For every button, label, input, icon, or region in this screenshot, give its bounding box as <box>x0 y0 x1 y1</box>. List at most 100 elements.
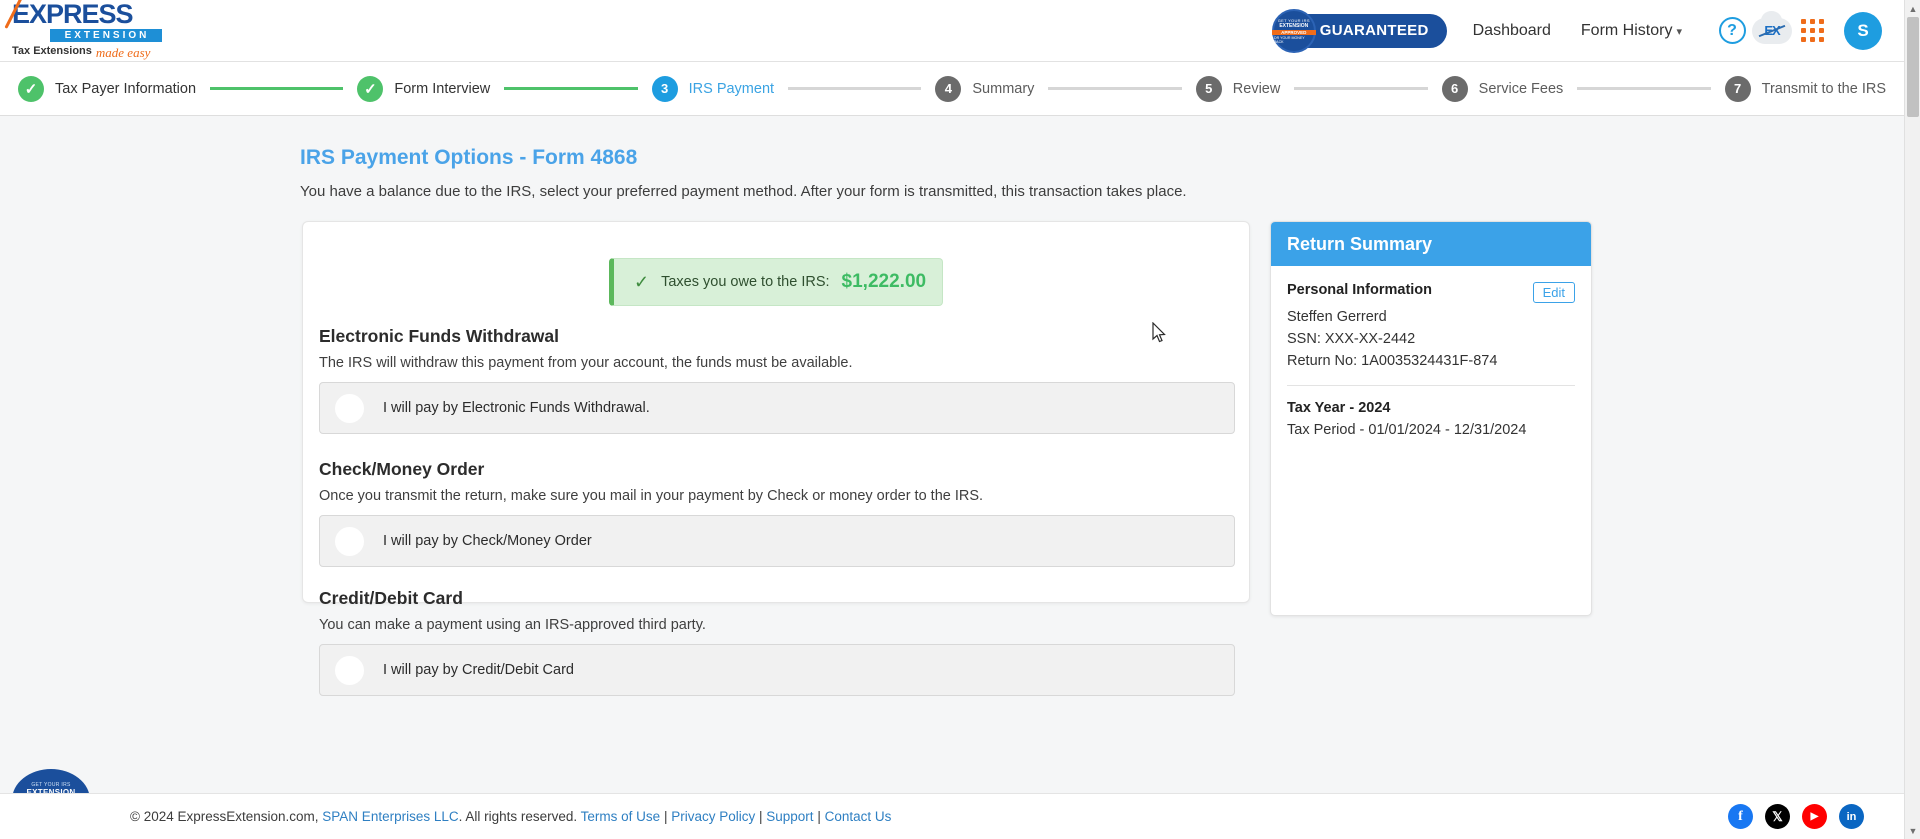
copyright-pre: © 2024 ExpressExtension.com, <box>130 809 323 824</box>
radio-icon-check[interactable] <box>334 525 365 557</box>
radio-option-card[interactable]: I will pay by Credit/Debit Card <box>319 644 1235 696</box>
return-number: Return No: 1A0035324431F-874 <box>1287 353 1498 369</box>
nav-form-history-label: Form History <box>1580 21 1673 39</box>
personal-information-heading: Personal Information <box>1287 282 1433 298</box>
nav-dashboard[interactable]: Dashboard <box>1473 22 1551 40</box>
privacy-policy-link[interactable]: Privacy Policy <box>671 809 755 824</box>
step-6-label: Service Fees <box>1478 80 1564 97</box>
logo-tagline-italic: made easy <box>95 44 151 60</box>
step-review[interactable]: 5 Review <box>1195 75 1280 102</box>
avatar[interactable]: S <box>1844 11 1882 50</box>
seal-line-2: EXTENSION <box>1279 22 1309 29</box>
nav-form-history[interactable]: Form History ▾ <box>1581 22 1682 40</box>
contact-us-link[interactable]: Contact Us <box>825 809 892 824</box>
check-title: Check/Money Order <box>319 459 485 479</box>
logo-wordmark: EXPRESS <box>4 0 162 29</box>
card-description: You can make a payment using an IRS-appr… <box>319 617 706 633</box>
step-connector-6 <box>1577 87 1711 90</box>
step-form-interview[interactable]: ✓ Form Interview <box>357 75 490 102</box>
radio-option-check[interactable]: I will pay by Check/Money Order <box>319 515 1235 567</box>
payment-section-efw: Electronic Funds Withdrawal The IRS will… <box>319 326 1235 434</box>
page-subtitle: You have a balance due to the IRS, selec… <box>300 183 1187 200</box>
youtube-icon[interactable]: ▶ <box>1802 804 1827 829</box>
seal-line-3: APPROVED <box>1271 29 1316 35</box>
radio-option-efw[interactable]: I will pay by Electronic Funds Withdrawa… <box>319 382 1235 434</box>
help-icon: ? <box>1718 17 1746 44</box>
radio-label-check: I will pay by Check/Money Order <box>383 533 592 549</box>
scroll-up-arrow-icon[interactable]: ▲ <box>1905 0 1920 17</box>
ex-cloud-button[interactable]: EX <box>1752 10 1792 51</box>
step-3-circle: 3 <box>651 75 678 102</box>
terms-of-use-link[interactable]: Terms of Use <box>581 809 661 824</box>
step-4-circle: 4 <box>935 75 962 102</box>
step-irs-payment[interactable]: 3 IRS Payment <box>651 75 775 102</box>
ex-cloud-icon: EX <box>1752 10 1792 44</box>
step-connector-2 <box>504 87 638 90</box>
express-extension-logo[interactable]: EXPRESS EXTENSION Tax Extensions made ea… <box>4 0 162 61</box>
help-button[interactable]: ? <box>1712 11 1752 51</box>
scroll-down-arrow-icon[interactable]: ▼ <box>1905 822 1920 839</box>
logo-tagline: Tax Extensions made easy <box>12 45 162 61</box>
page-footer: © 2024 ExpressExtension.com, SPAN Enterp… <box>0 793 1904 839</box>
step-tax-payer-information[interactable]: ✓ Tax Payer Information <box>18 75 196 102</box>
footer-copyright: © 2024 ExpressExtension.com, SPAN Enterp… <box>130 809 891 824</box>
personal-information-row: Personal Information Edit <box>1287 282 1575 303</box>
check-icon: ✓ <box>634 271 650 292</box>
edit-personal-information-button[interactable]: Edit <box>1532 282 1575 303</box>
payment-section-check: Check/Money Order Once you transmit the … <box>319 459 1235 567</box>
page-title: IRS Payment Options - Form 4868 <box>300 146 638 169</box>
logo-tagline-bold: Tax Extensions <box>12 44 92 57</box>
header-right-group: GET YOUR IRS EXTENSION APPROVED OR YOUR … <box>1271 8 1904 53</box>
app-page: EXPRESS EXTENSION Tax Extensions made ea… <box>0 0 1920 839</box>
taxpayer-name: Steffen Gerrerd <box>1287 309 1387 325</box>
copyright-post: . All rights reserved. <box>458 809 581 824</box>
payment-options-card: ✓ Taxes you owe to the IRS: $1,222.00 El… <box>302 221 1250 696</box>
main-content: IRS Payment Options - Form 4868 You have… <box>0 116 1904 839</box>
facebook-icon[interactable]: f <box>1728 804 1753 829</box>
radio-label-card: I will pay by Credit/Debit Card <box>383 662 574 678</box>
return-summary-body: Personal Information Edit Steffen Gerrer… <box>1271 266 1591 438</box>
step-3-label: IRS Payment <box>688 80 775 97</box>
support-link[interactable]: Support <box>766 809 813 824</box>
apps-grid-button[interactable] <box>1792 11 1832 51</box>
chevron-down-icon: ▾ <box>1676 25 1682 38</box>
payment-section-card: Credit/Debit Card You can make a payment… <box>319 588 1235 696</box>
step-transmit-to-the-irs[interactable]: 7 Transmit to the IRS <box>1724 75 1887 102</box>
radio-icon-card[interactable] <box>334 654 365 686</box>
step-connector-5 <box>1294 87 1428 90</box>
return-summary-panel: Return Summary Personal Information Edit… <box>1270 221 1592 616</box>
x-twitter-icon[interactable]: 𝕏 <box>1765 804 1790 829</box>
page-scrollbar[interactable]: ▲ ▼ <box>1904 0 1920 839</box>
guaranteed-label: GUARANTEED <box>1319 22 1429 39</box>
step-1-circle: ✓ <box>18 75 44 102</box>
balance-amount: $1,222.00 <box>841 271 927 292</box>
logo-express-text: EXPRESS <box>12 0 134 29</box>
efw-title: Electronic Funds Withdrawal <box>319 326 560 346</box>
step-connector-1 <box>210 87 344 90</box>
apps-grid-icon <box>1800 19 1824 42</box>
tax-period: Tax Period - 01/01/2024 - 12/31/2024 <box>1287 422 1527 438</box>
step-4-label: Summary <box>972 80 1035 97</box>
card-title: Credit/Debit Card <box>319 588 463 608</box>
logo-extension-bar: EXTENSION <box>50 28 162 42</box>
seal-line-4: OR YOUR MONEY BACK <box>1273 35 1305 44</box>
step-6-circle: 6 <box>1441 75 1468 102</box>
step-2-circle: ✓ <box>357 75 384 102</box>
step-service-fees[interactable]: 6 Service Fees <box>1441 75 1564 102</box>
radio-icon-efw[interactable] <box>334 392 365 424</box>
taxpayer-ssn: SSN: XXX-XX-2442 <box>1287 331 1416 347</box>
step-connector-4 <box>1048 87 1182 90</box>
return-summary-heading: Return Summary <box>1271 222 1591 266</box>
top-header: EXPRESS EXTENSION Tax Extensions made ea… <box>0 0 1904 62</box>
summary-divider <box>1287 385 1575 386</box>
check-description: Once you transmit the return, make sure … <box>319 488 984 504</box>
sep-1: | <box>660 809 672 824</box>
step-7-label: Transmit to the IRS <box>1761 80 1887 97</box>
span-enterprises-link[interactable]: SPAN Enterprises LLC <box>322 809 458 824</box>
scrollbar-thumb[interactable] <box>1907 17 1919 117</box>
step-summary[interactable]: 4 Summary <box>935 75 1035 102</box>
step-connector-3 <box>788 87 922 90</box>
guarantee-seal-icon: GET YOUR IRS EXTENSION APPROVED OR YOUR … <box>1271 8 1316 53</box>
linkedin-icon[interactable]: in <box>1839 804 1864 829</box>
radio-label-efw: I will pay by Electronic Funds Withdrawa… <box>383 400 650 416</box>
